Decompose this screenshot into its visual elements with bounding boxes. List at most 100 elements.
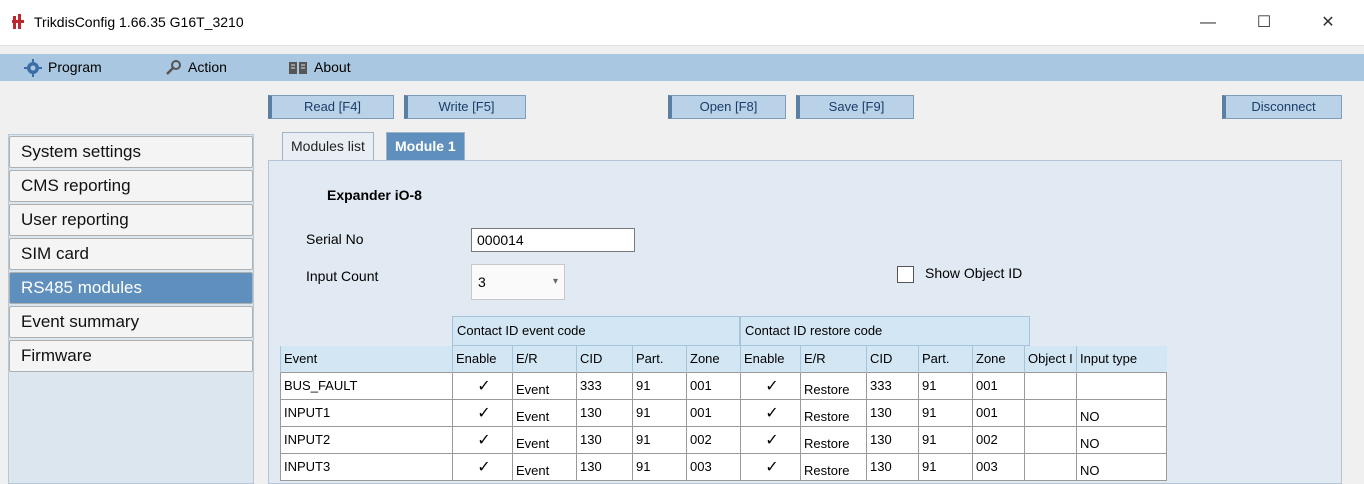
cell-restore-er[interactable]: Restore xyxy=(800,425,867,454)
cell-event: INPUT1 xyxy=(280,398,453,427)
restore-enable-checkbox[interactable]: ✓ xyxy=(740,371,801,400)
input-count-value: 3 xyxy=(478,274,486,290)
cell-input-type[interactable]: NO xyxy=(1076,452,1167,481)
show-object-id-checkbox[interactable] xyxy=(897,266,914,283)
cell-event: INPUT2 xyxy=(280,425,453,454)
menu-program[interactable]: Program xyxy=(24,54,102,81)
cell-object-id[interactable] xyxy=(1024,371,1077,400)
enable-checkbox[interactable]: ✓ xyxy=(452,398,513,427)
save-button[interactable]: Save [F9] xyxy=(796,95,914,119)
cell-zone[interactable]: 001 xyxy=(686,371,741,400)
cell-restore-cid[interactable]: 130 xyxy=(866,398,919,427)
sidebar-item-sim-card[interactable]: SIM card xyxy=(9,238,253,270)
cell-restore-cid[interactable]: 130 xyxy=(866,425,919,454)
menu-action[interactable]: Action xyxy=(164,54,227,81)
cell-er[interactable]: Event xyxy=(512,371,577,400)
cell-er[interactable]: Event xyxy=(512,425,577,454)
table-row[interactable]: BUS_FAULT ✓ Event 333 91 001 ✓ Restore 3… xyxy=(280,371,1167,400)
cell-cid[interactable]: 130 xyxy=(576,425,633,454)
cell-restore-zone[interactable]: 001 xyxy=(972,398,1025,427)
cell-er[interactable]: Event xyxy=(512,452,577,481)
cell-object-id[interactable] xyxy=(1024,425,1077,454)
cell-input-type[interactable]: NO xyxy=(1076,425,1167,454)
serial-label: Serial No xyxy=(306,231,364,247)
table-row[interactable]: INPUT1 ✓ Event 130 91 001 ✓ Restore 130 … xyxy=(280,398,1167,427)
cell-restore-part[interactable]: 91 xyxy=(918,398,973,427)
restore-enable-checkbox[interactable]: ✓ xyxy=(740,425,801,454)
cell-restore-cid[interactable]: 333 xyxy=(866,371,919,400)
sidebar-item-user-reporting[interactable]: User reporting xyxy=(9,204,253,236)
col-restore-zone: Zone xyxy=(972,346,1025,372)
open-button[interactable]: Open [F8] xyxy=(668,95,786,119)
col-er: E/R xyxy=(512,346,577,372)
restore-enable-checkbox[interactable]: ✓ xyxy=(740,452,801,481)
maximize-button[interactable]: ☐ xyxy=(1244,8,1284,38)
sidebar-item-event-summary[interactable]: Event summary xyxy=(9,306,253,338)
sidebar: System settings CMS reporting User repor… xyxy=(8,134,254,484)
show-object-id-label: Show Object ID xyxy=(925,265,1023,281)
col-restore-part: Part. xyxy=(918,346,973,372)
cell-part[interactable]: 91 xyxy=(632,452,687,481)
close-button[interactable]: ✕ xyxy=(1308,8,1348,38)
minimize-button[interactable]: — xyxy=(1188,8,1228,38)
cell-part[interactable]: 91 xyxy=(632,371,687,400)
read-button[interactable]: Read [F4] xyxy=(268,95,394,119)
cell-cid[interactable]: 333 xyxy=(576,371,633,400)
cell-zone[interactable]: 001 xyxy=(686,398,741,427)
col-cid: CID xyxy=(576,346,633,372)
enable-checkbox[interactable]: ✓ xyxy=(452,371,513,400)
sidebar-item-cms-reporting[interactable]: CMS reporting xyxy=(9,170,253,202)
cell-object-id[interactable] xyxy=(1024,452,1077,481)
cell-event: BUS_FAULT xyxy=(280,371,453,400)
cell-restore-zone[interactable]: 003 xyxy=(972,452,1025,481)
col-restore-enable: Enable xyxy=(740,346,801,372)
table-header-row: Event Enable E/R CID Part. Zone Enable E… xyxy=(280,346,1167,372)
module-heading: Expander iO-8 xyxy=(327,187,422,203)
cell-part[interactable]: 91 xyxy=(632,425,687,454)
cell-zone[interactable]: 002 xyxy=(686,425,741,454)
col-restore-cid: CID xyxy=(866,346,919,372)
enable-checkbox[interactable]: ✓ xyxy=(452,452,513,481)
cell-cid[interactable]: 130 xyxy=(576,452,633,481)
cell-restore-er[interactable]: Restore xyxy=(800,452,867,481)
sidebar-item-system-settings[interactable]: System settings xyxy=(9,136,253,168)
cell-event: INPUT3 xyxy=(280,452,453,481)
cell-restore-part[interactable]: 91 xyxy=(918,371,973,400)
cell-part[interactable]: 91 xyxy=(632,398,687,427)
cell-restore-cid[interactable]: 130 xyxy=(866,452,919,481)
restore-enable-checkbox[interactable]: ✓ xyxy=(740,398,801,427)
sidebar-item-firmware[interactable]: Firmware xyxy=(9,340,253,372)
input-count-select[interactable]: 3 ▾ xyxy=(471,264,565,300)
menu-action-label: Action xyxy=(188,59,227,75)
cell-restore-zone[interactable]: 002 xyxy=(972,425,1025,454)
table-row[interactable]: INPUT2 ✓ Event 130 91 002 ✓ Restore 130 … xyxy=(280,425,1167,454)
serial-input[interactable]: 000014 xyxy=(471,228,635,252)
enable-checkbox[interactable]: ✓ xyxy=(452,425,513,454)
disconnect-button[interactable]: Disconnect xyxy=(1222,95,1342,119)
cell-input-type[interactable] xyxy=(1076,371,1167,400)
cell-input-type[interactable]: NO xyxy=(1076,398,1167,427)
cell-restore-er[interactable]: Restore xyxy=(800,398,867,427)
menu-bar: Program Action About xyxy=(0,54,1364,81)
menu-about[interactable]: About xyxy=(288,54,351,81)
app-logo-icon xyxy=(12,14,24,29)
cell-cid[interactable]: 130 xyxy=(576,398,633,427)
table-row[interactable]: INPUT3 ✓ Event 130 91 003 ✓ Restore 130 … xyxy=(280,452,1167,481)
cell-restore-zone[interactable]: 001 xyxy=(972,371,1025,400)
gear-icon xyxy=(24,58,42,77)
cell-zone[interactable]: 003 xyxy=(686,452,741,481)
col-enable: Enable xyxy=(452,346,513,372)
tab-module-1[interactable]: Module 1 xyxy=(386,132,465,160)
tab-modules-list[interactable]: Modules list xyxy=(282,132,374,160)
cell-restore-part[interactable]: 91 xyxy=(918,452,973,481)
cell-restore-er[interactable]: Restore xyxy=(800,371,867,400)
cell-restore-part[interactable]: 91 xyxy=(918,425,973,454)
cell-er[interactable]: Event xyxy=(512,398,577,427)
cell-object-id[interactable] xyxy=(1024,398,1077,427)
col-object-id: Object I xyxy=(1024,346,1077,372)
col-restore-er: E/R xyxy=(800,346,867,372)
write-button[interactable]: Write [F5] xyxy=(404,95,526,119)
sidebar-item-rs485-modules[interactable]: RS485 modules xyxy=(9,272,253,304)
col-event: Event xyxy=(280,346,453,372)
group-header-event-code: Contact ID event code xyxy=(452,316,740,346)
